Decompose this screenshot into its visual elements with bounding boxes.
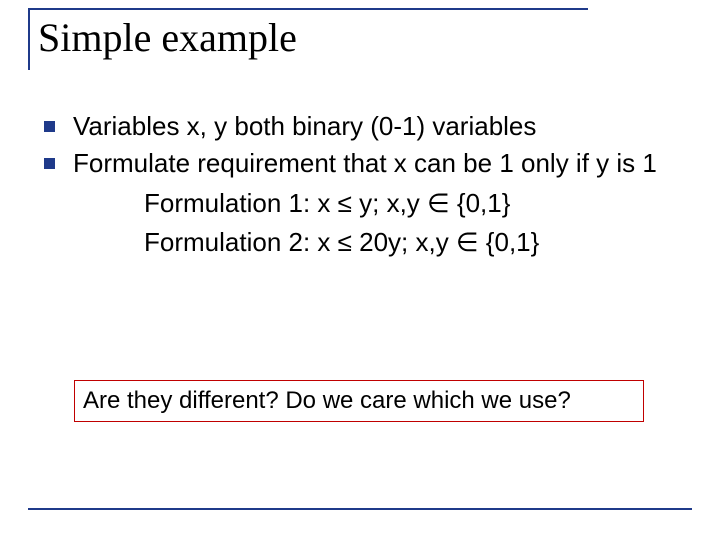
sub-line: Formulation 1: x ≤ y; x,y ∈ {0,1} [144, 187, 684, 220]
bullet-text: Variables x, y both binary (0-1) variabl… [73, 110, 684, 143]
slide-title: Simple example [38, 14, 297, 61]
callout-text: Are they different? Do we care which we … [83, 387, 571, 414]
square-bullet-icon [44, 121, 55, 132]
bullet-item: Formulate requirement that x can be 1 on… [44, 147, 684, 180]
sub-line: Formulation 2: x ≤ 20y; x,y ∈ {0,1} [144, 226, 684, 259]
callout-box: Are they different? Do we care which we … [74, 380, 644, 422]
title-rule-top [28, 8, 588, 10]
square-bullet-icon [44, 158, 55, 169]
title-rule-left [28, 8, 30, 70]
bullet-item: Variables x, y both binary (0-1) variabl… [44, 110, 684, 143]
slide: Simple example Variables x, y both binar… [0, 0, 720, 540]
slide-body: Variables x, y both binary (0-1) variabl… [44, 110, 684, 259]
bottom-rule [28, 508, 692, 510]
bullet-text: Formulate requirement that x can be 1 on… [73, 147, 684, 180]
